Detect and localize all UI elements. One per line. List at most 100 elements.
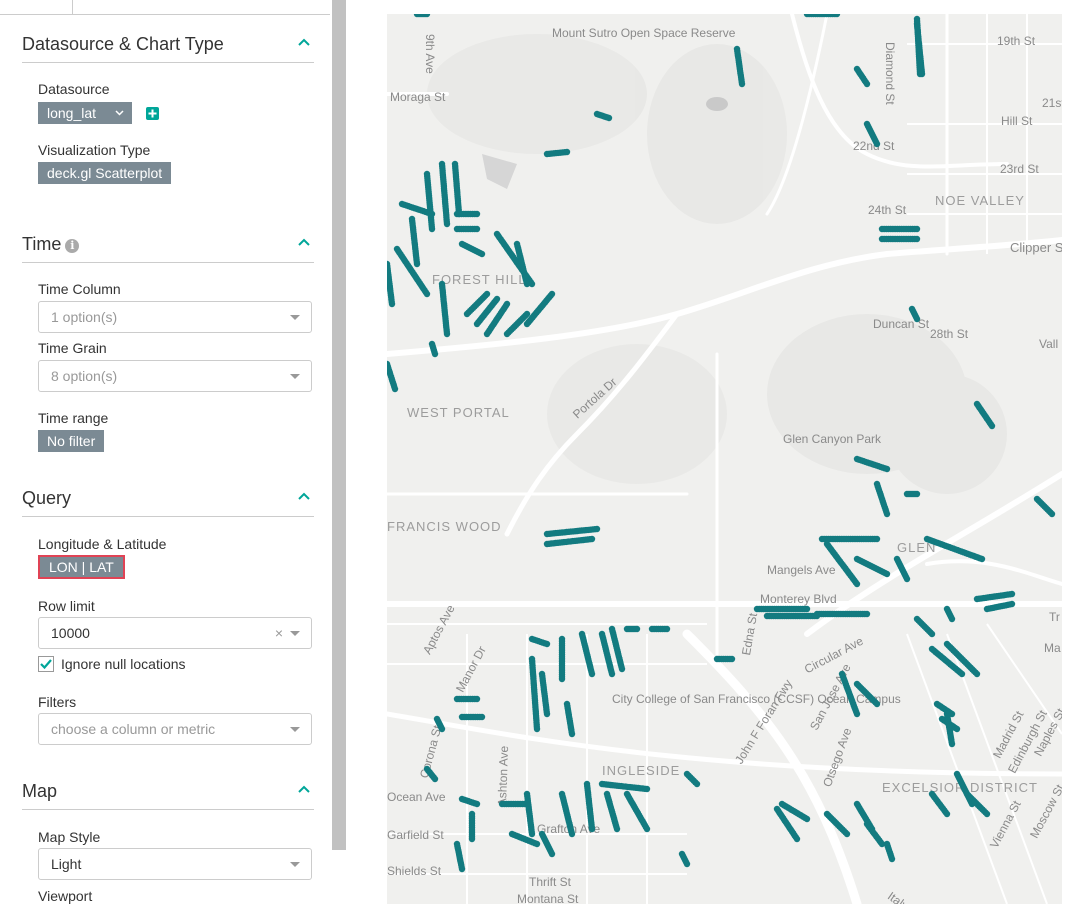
scatter-point <box>948 615 956 623</box>
chevron-up-icon[interactable] <box>296 781 312 797</box>
gutter <box>346 0 387 904</box>
datasource-label: Datasource <box>38 81 110 97</box>
scatter-point <box>803 815 811 823</box>
scatter-point <box>588 825 596 833</box>
scatter-point <box>1048 510 1056 518</box>
section-title: Datasource & Chart Type <box>22 34 224 54</box>
section-query: Query Longitude & Latitude LON | LAT Row… <box>22 478 314 758</box>
section-header-map[interactable]: Map <box>22 771 314 810</box>
scatter-point <box>503 300 511 308</box>
scatterplot-layer <box>387 14 1056 873</box>
chevron-up-icon[interactable] <box>296 34 312 50</box>
filters-placeholder: choose a column or metric <box>51 721 216 737</box>
scatter-point <box>978 555 986 563</box>
scatter-point <box>643 785 651 793</box>
scatter-point <box>863 80 871 88</box>
ignore-null-label[interactable]: Ignore null locations <box>61 656 186 672</box>
scatter-point <box>543 640 551 648</box>
row-limit-label: Row limit <box>38 598 95 614</box>
scatter-point <box>528 830 536 838</box>
scatter-point <box>888 855 896 863</box>
scatter-point <box>948 740 956 748</box>
scatter-point <box>633 625 641 633</box>
scatter-point <box>473 800 481 808</box>
time-range-button[interactable]: No filter <box>38 430 105 452</box>
scatter-point <box>793 835 801 843</box>
scatter-point <box>983 810 991 818</box>
info-icon[interactable]: i <box>65 239 80 253</box>
row-limit-value: 10000 <box>51 625 90 641</box>
section-header-datasource[interactable]: Datasource & Chart Type <box>22 24 314 63</box>
scatter-point <box>738 80 746 88</box>
ignore-null-checkbox[interactable] <box>38 656 54 672</box>
scatter-point <box>913 225 921 233</box>
scatter-point <box>803 605 811 613</box>
scatter-point <box>388 300 396 308</box>
section-header-time[interactable]: Time i <box>22 224 314 263</box>
scatter-point <box>883 570 891 578</box>
scatter-point <box>473 695 481 703</box>
scatter-point <box>863 610 871 618</box>
time-range-label: Time range <box>38 410 109 426</box>
scatter-point <box>391 385 399 393</box>
lonlat-label: Longitude & Latitude <box>38 536 167 552</box>
viz-type-button[interactable]: deck.gl Scatterplot <box>38 162 172 184</box>
datasource-value: long_lat <box>47 105 97 121</box>
scatter-point <box>943 810 951 818</box>
scatter-point <box>883 465 891 473</box>
scatter-point <box>543 710 551 718</box>
caret-down-icon <box>290 315 300 320</box>
row-limit-select[interactable]: 10000 × <box>38 617 312 649</box>
caret-down-icon <box>290 631 300 636</box>
section-title: Map <box>22 781 58 801</box>
viewport-label: Viewport <box>38 888 93 904</box>
scatter-point <box>533 840 541 848</box>
scatter-point <box>853 710 861 718</box>
scatter-point <box>423 290 431 298</box>
clear-icon[interactable]: × <box>275 625 283 641</box>
map-view[interactable]: Mount Sutro Open Space Reserve 9th Ave M… <box>387 14 1062 904</box>
tab-bar <box>0 0 330 15</box>
scatter-point <box>913 490 921 498</box>
chevron-up-icon[interactable] <box>296 234 312 250</box>
section-title: Time i <box>22 234 80 255</box>
time-column-select[interactable]: 1 option(s) <box>38 301 312 333</box>
scatter-point <box>443 330 451 338</box>
scatter-point <box>913 235 921 243</box>
scatter-point <box>973 670 981 678</box>
section-title-text: Time <box>22 234 62 254</box>
scatter-point <box>873 700 881 708</box>
time-grain-placeholder: 8 option(s) <box>51 368 118 384</box>
scatter-point <box>883 510 891 518</box>
chevron-up-icon[interactable] <box>296 488 312 504</box>
scatter-point <box>568 730 576 738</box>
filters-label: Filters <box>38 694 77 710</box>
section-header-query[interactable]: Query <box>22 478 314 517</box>
panel-scrollbar[interactable] <box>332 0 346 850</box>
time-grain-select[interactable]: 8 option(s) <box>38 360 312 392</box>
section-time: Time i Time Column 1 option(s) Time Grain… <box>22 224 314 464</box>
time-column-label: Time Column <box>38 281 121 297</box>
filters-select[interactable]: choose a column or metric <box>38 713 312 745</box>
map-style-label: Map Style <box>38 829 101 845</box>
scatter-point <box>458 865 466 873</box>
scatter-point <box>643 825 651 833</box>
time-grain-label: Time Grain <box>38 340 107 356</box>
add-datasource-icon[interactable] <box>146 107 159 120</box>
map-style-select[interactable]: Light <box>38 848 312 880</box>
tab-data[interactable] <box>0 0 73 14</box>
scatter-point <box>428 225 436 233</box>
scatter-point <box>438 725 446 733</box>
datasource-select[interactable]: long_lat <box>38 102 132 124</box>
caret-down-icon <box>290 862 300 867</box>
chevron-down-icon <box>115 110 124 116</box>
checkmark-icon <box>40 659 52 670</box>
scatter-point <box>958 670 966 678</box>
caret-down-icon <box>290 374 300 379</box>
scatter-point <box>613 825 621 833</box>
scatter-point <box>533 725 541 733</box>
scatter-point <box>988 422 996 430</box>
scatter-point <box>928 630 936 638</box>
section-datasource: Datasource & Chart Type Datasource long_… <box>22 24 314 204</box>
lonlat-button[interactable]: LON | LAT <box>38 555 125 579</box>
